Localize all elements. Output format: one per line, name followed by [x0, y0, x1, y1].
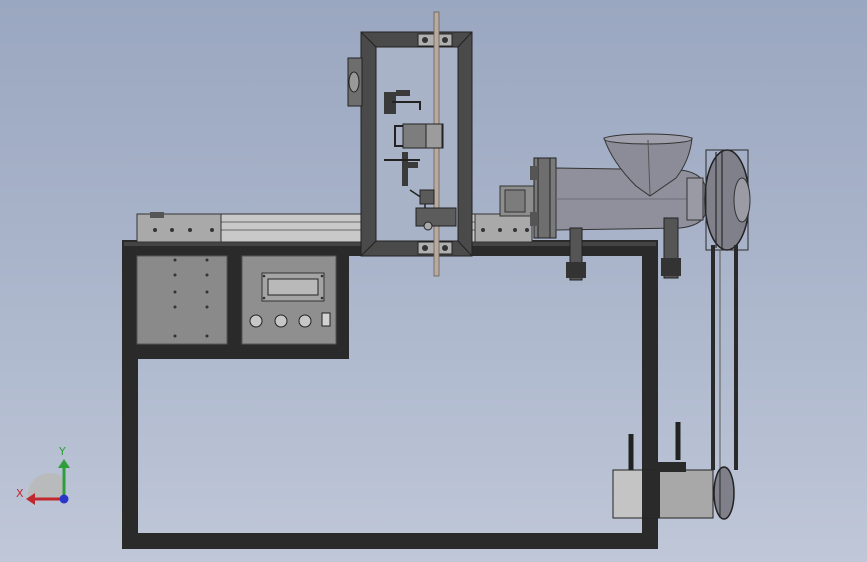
barrel-end-cap: [686, 177, 704, 221]
lcd-display: [267, 278, 319, 296]
cutter-frame: [347, 11, 473, 277]
knob-1: [249, 314, 263, 328]
y-axis-label: Y: [58, 445, 66, 458]
drive-motor: [612, 422, 735, 520]
knob-2: [274, 314, 288, 328]
frame-left-leg: [122, 240, 138, 549]
x-axis-label: X: [16, 487, 24, 500]
machine-assembly-drawing: X Y: [16, 11, 751, 549]
rail-end-block-left: [136, 213, 222, 243]
power-switch: [321, 312, 331, 327]
coordinate-triad: X Y: [16, 445, 70, 505]
z-axis-dot: [59, 494, 69, 504]
cabinet-left-panel: [136, 255, 228, 345]
linear-rail: [136, 212, 533, 243]
rail-end-block-right: [474, 213, 533, 243]
cad-viewport[interactable]: X Y: [0, 0, 867, 562]
frame-bottom-rail: [122, 533, 658, 549]
drive-belt: [711, 245, 738, 470]
motor-pulley: [713, 466, 735, 520]
knob-3: [298, 314, 312, 328]
control-cabinet: [136, 254, 349, 359]
